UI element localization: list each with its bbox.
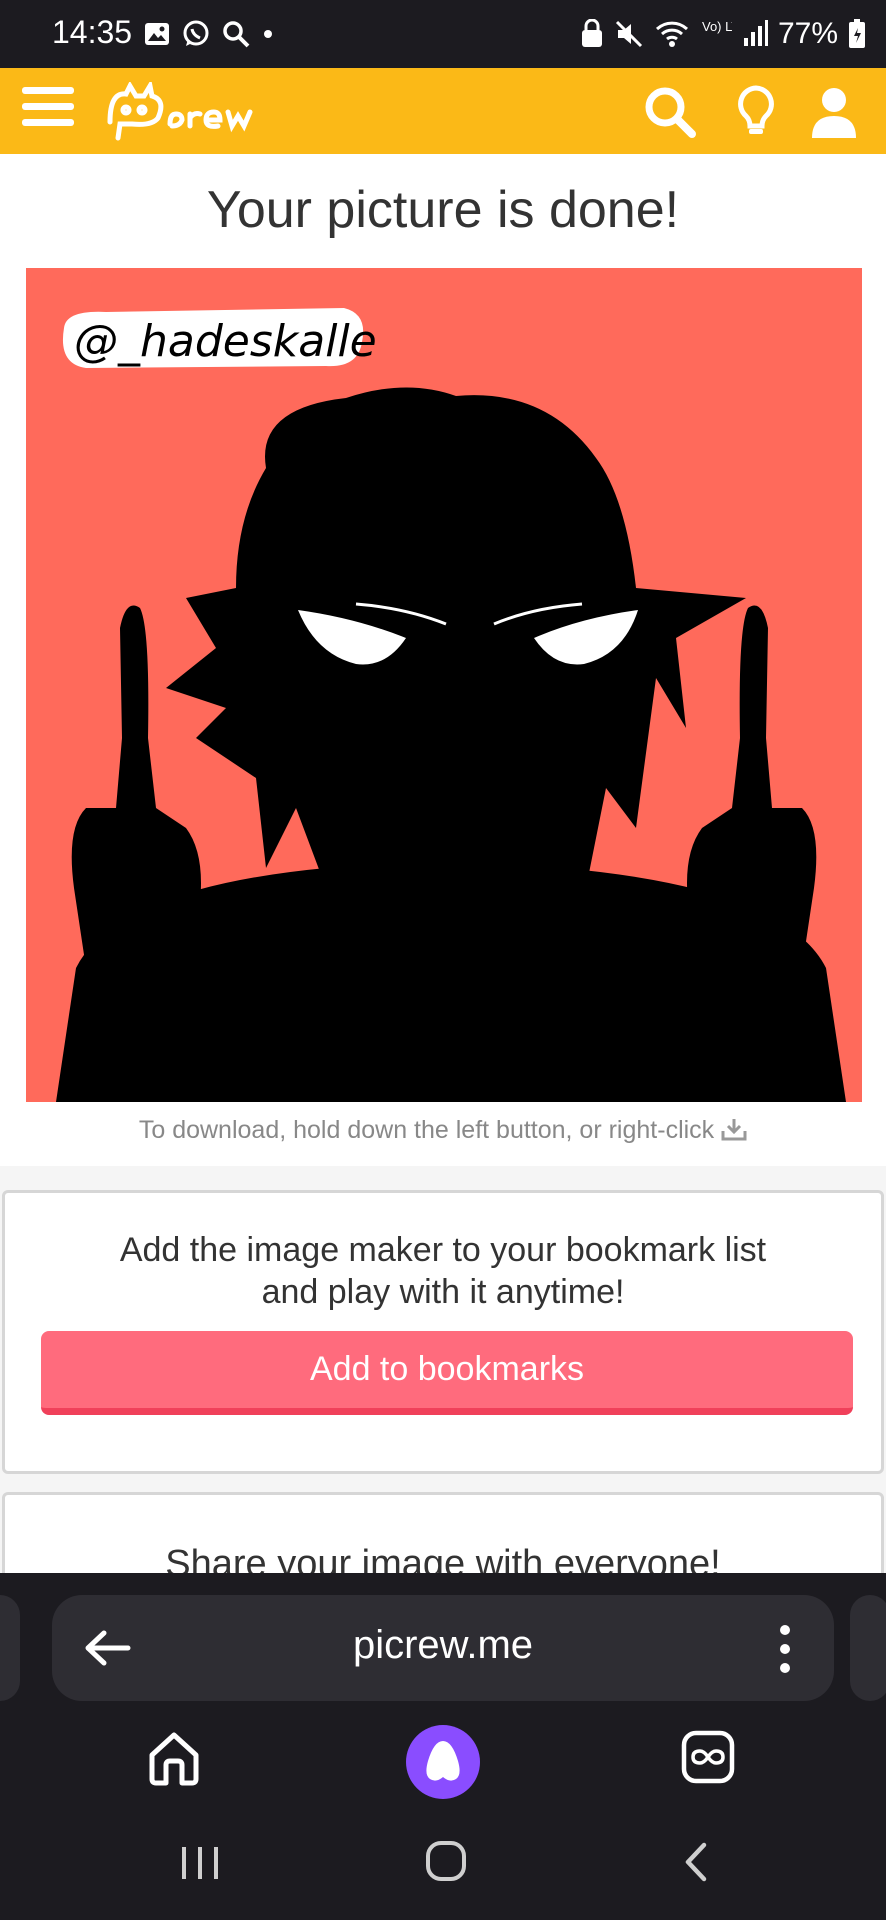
recents-icon[interactable] xyxy=(178,1843,222,1883)
previous-tab-peek[interactable] xyxy=(0,1595,20,1701)
home-circle-icon[interactable] xyxy=(424,1839,468,1883)
user-icon[interactable] xyxy=(804,82,864,142)
browser-toolbar xyxy=(0,1703,886,1803)
battery-percentage: 77% xyxy=(777,17,838,50)
next-tab-peek[interactable] xyxy=(850,1595,886,1701)
picrew-logo[interactable]: picrew xyxy=(104,82,284,142)
add-to-bookmarks-button[interactable]: Add to bookmarks xyxy=(41,1331,853,1415)
svg-text:@_hadeskalle: @_hadeskalle xyxy=(74,316,377,367)
url-bar[interactable]: picrew.me xyxy=(52,1595,834,1701)
app-header: picrew xyxy=(0,68,886,154)
dot-icon xyxy=(264,30,272,38)
more-options-icon[interactable] xyxy=(780,1625,792,1673)
tabs-icon[interactable] xyxy=(680,1729,736,1785)
menu-icon[interactable] xyxy=(22,87,74,133)
status-time: 14:35 xyxy=(52,14,133,50)
svg-text:Vo) LTE1: Vo) LTE1 xyxy=(702,19,732,34)
lock-icon xyxy=(581,19,602,47)
status-bar: 14:35 Vo) LTE1 77% xyxy=(0,0,886,68)
result-image[interactable]: @_hadeskalle xyxy=(26,268,862,1102)
gallery-icon xyxy=(145,23,169,45)
battery-icon xyxy=(849,19,865,48)
share-heading: Share your image with everyone! xyxy=(165,1543,721,1573)
share-card: Share your image with everyone! xyxy=(2,1492,884,1573)
whatsapp-icon xyxy=(183,20,209,46)
download-icon xyxy=(721,1119,747,1141)
search-icon[interactable] xyxy=(640,82,700,142)
browser-address-bar: picrew.me xyxy=(0,1573,886,1703)
back-chevron-icon[interactable] xyxy=(680,1841,712,1883)
home-icon[interactable] xyxy=(146,1729,202,1787)
lte-icon: Vo) LTE1 xyxy=(702,19,732,34)
signal-icon xyxy=(743,20,768,46)
search-icon xyxy=(223,21,250,48)
page-content[interactable]: Your picture is done! @_hadeskalle To do… xyxy=(0,154,886,1573)
lightbulb-icon[interactable] xyxy=(726,82,786,142)
url-text[interactable]: picrew.me xyxy=(52,1623,834,1668)
bookmark-description: Add the image maker to your bookmark lis… xyxy=(119,1231,767,1311)
character-silhouette: @_hadeskalle xyxy=(56,308,846,1102)
svg-text:picrew: picrew xyxy=(104,82,151,86)
page-title: Your picture is done! xyxy=(206,181,680,239)
system-navigation-bar xyxy=(0,1803,886,1920)
bookmark-card: Add the image maker to your bookmark lis… xyxy=(2,1190,884,1474)
assistant-icon[interactable] xyxy=(406,1725,480,1799)
result-section: Your picture is done! @_hadeskalle To do… xyxy=(0,154,886,1166)
download-hint: To download, hold down the left button, … xyxy=(0,1116,886,1145)
wifi-icon xyxy=(655,21,688,47)
mute-icon xyxy=(615,20,643,48)
